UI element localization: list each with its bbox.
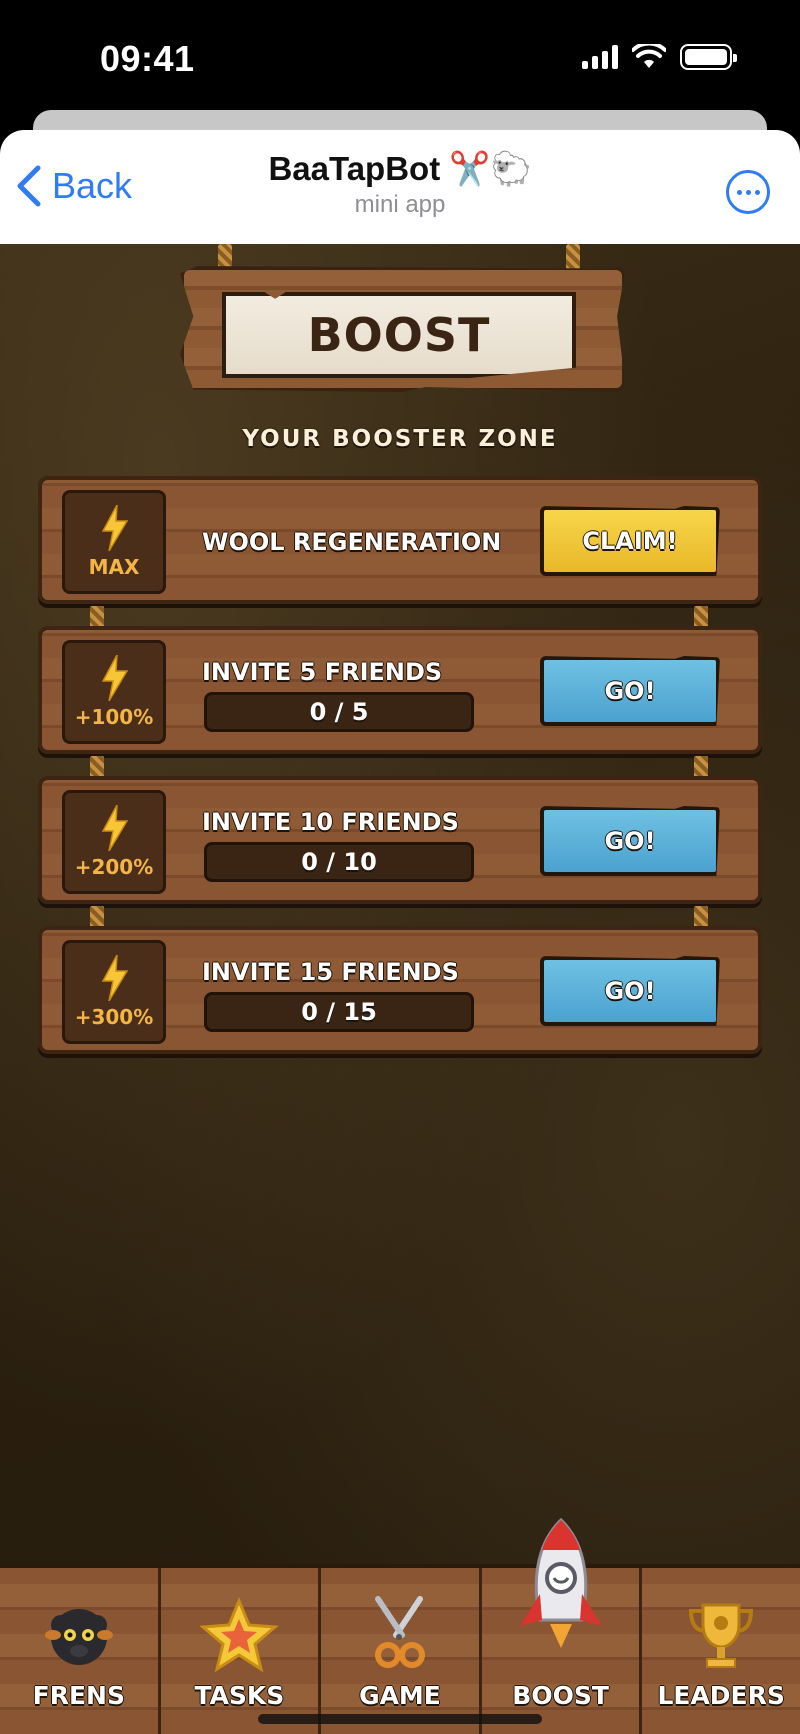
booster-badge: MAX [62, 490, 166, 594]
card-rope [90, 906, 104, 928]
booster-badge-label: MAX [88, 555, 140, 579]
booster-title: INVITE 5 FRIENDS [202, 658, 443, 686]
card-rope [694, 756, 708, 778]
nav-label: GAME [359, 1681, 441, 1710]
nav-item-tasks[interactable]: TASKS [160, 1568, 322, 1734]
booster-title: INVITE 10 FRIENDS [202, 808, 459, 836]
nav-item-boost[interactable]: BOOST [481, 1517, 643, 1734]
bottom-nav: FRENS TASKS GAME BOOST LEADERS [0, 1517, 800, 1734]
go-button[interactable]: GO! [540, 806, 720, 876]
page-title: BOOST [307, 308, 491, 362]
nav-label: TASKS [194, 1681, 285, 1710]
mini-app-header: Back BaaTapBot ✂️🐑 mini app [0, 130, 800, 244]
rocket-icon [519, 1517, 602, 1648]
booster-zone-heading: YOUR BOOSTER ZONE [242, 426, 558, 452]
lightning-icon [101, 655, 129, 701]
cellular-signal-icon [582, 45, 618, 69]
sign-rope-right [566, 244, 580, 270]
invite-progress: 0 / 5 [204, 692, 474, 732]
booster-card-invite-10: +200% INVITE 10 FRIENDS 0 / 10 GO! [38, 776, 762, 904]
nav-item-leaders[interactable]: LEADERS [642, 1568, 800, 1734]
scissors-icon [374, 1596, 425, 1668]
booster-badge-label: +300% [74, 1005, 154, 1029]
sheep-icon [44, 1609, 113, 1665]
more-options-button[interactable] [726, 170, 770, 214]
booster-card-invite-15: +300% INVITE 15 FRIENDS 0 / 15 GO! [38, 926, 762, 1054]
nav-item-frens[interactable]: FRENS [0, 1568, 161, 1734]
nav-label: BOOST [512, 1681, 609, 1710]
booster-title: INVITE 15 FRIENDS [202, 958, 459, 986]
status-bar: 09:41 [0, 0, 800, 110]
booster-badge: +100% [62, 640, 166, 744]
booster-badge: +300% [62, 940, 166, 1044]
app-subtitle: mini app [354, 191, 446, 218]
card-rope [694, 606, 708, 628]
status-icons [582, 44, 737, 70]
booster-card-wool-regeneration: MAX WOOL REGENERATION CLAIM! [38, 476, 762, 604]
card-rope [90, 756, 104, 778]
lightning-icon [101, 505, 129, 551]
booster-card-invite-5: +100% INVITE 5 FRIENDS 0 / 5 GO! [38, 626, 762, 754]
card-rope [90, 606, 104, 628]
home-indicator [258, 1714, 542, 1724]
lightning-icon [101, 955, 129, 1001]
trophy-icon [689, 1603, 754, 1668]
nav-label: FRENS [32, 1681, 125, 1710]
header-title-group: BaaTapBot ✂️🐑 mini app [0, 150, 800, 219]
go-button[interactable]: GO! [540, 956, 720, 1026]
card-rope [694, 906, 708, 928]
booster-title: WOOL REGENERATION [202, 528, 502, 556]
go-button[interactable]: GO! [540, 656, 720, 726]
star-icon [199, 1597, 280, 1673]
booster-badge-label: +100% [74, 705, 154, 729]
lightning-icon [101, 805, 129, 851]
sign-rope-left [218, 244, 232, 270]
wifi-icon [632, 44, 666, 68]
invite-progress: 0 / 10 [204, 842, 474, 882]
claim-button[interactable]: CLAIM! [540, 506, 720, 576]
booster-badge-label: +200% [74, 855, 154, 879]
battery-icon [680, 44, 737, 70]
status-time: 09:41 [100, 38, 195, 79]
boost-sign: BOOST [222, 292, 576, 378]
app-title: BaaTapBot ✂️🐑 [268, 150, 532, 187]
booster-badge: +200% [62, 790, 166, 894]
nav-item-game[interactable]: GAME [321, 1568, 482, 1734]
game-area: BOOST YOUR BOOSTER ZONE MAX WOOL REGENER… [0, 244, 800, 1734]
invite-progress: 0 / 15 [204, 992, 474, 1032]
nav-label: LEADERS [657, 1681, 785, 1710]
